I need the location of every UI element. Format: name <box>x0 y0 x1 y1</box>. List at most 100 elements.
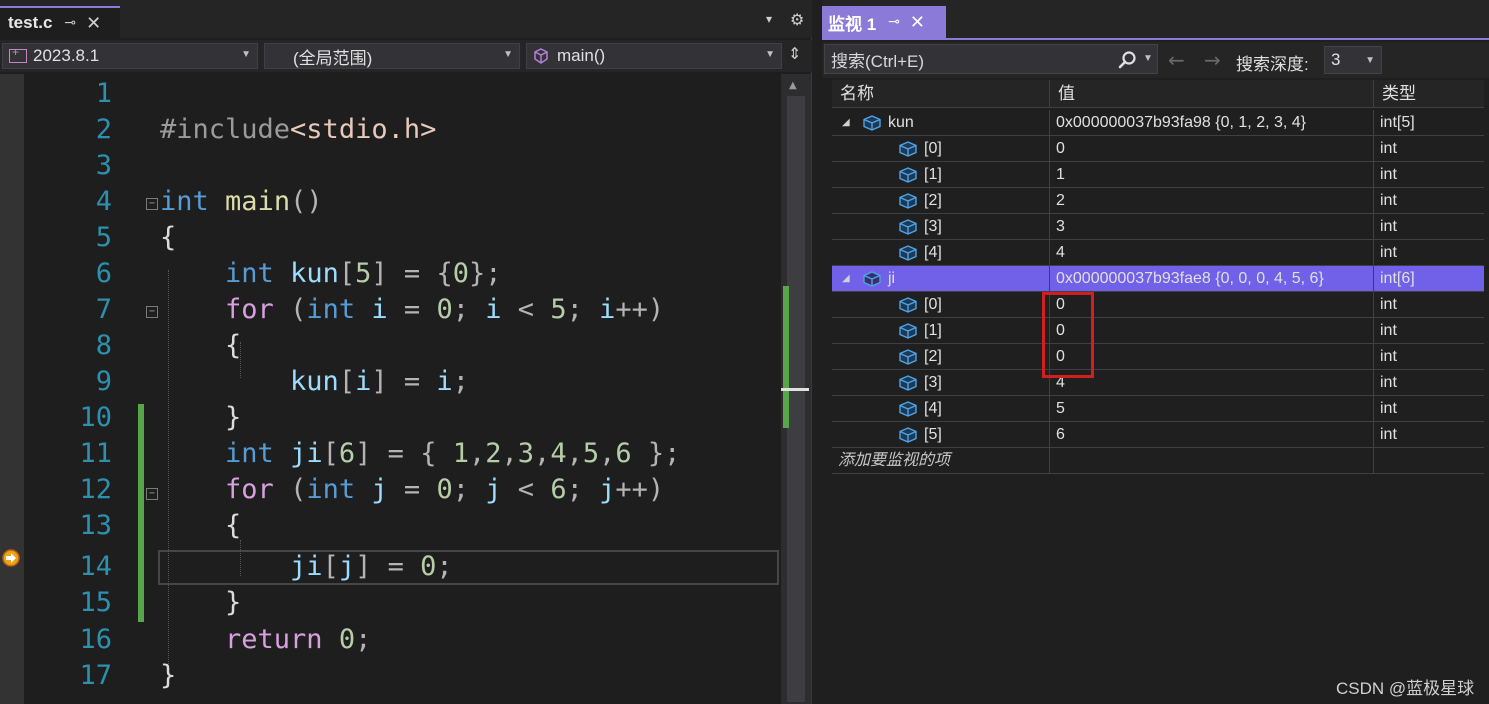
tab-watch-1[interactable]: 监视 1 ⊸ ✕ <box>822 6 946 38</box>
watch-value-cell[interactable]: 0 <box>1050 318 1374 344</box>
watch-value-cell[interactable]: 1 <box>1050 162 1374 188</box>
variable-icon <box>898 140 918 158</box>
line-number: 9 <box>95 366 112 397</box>
search-depth-select[interactable]: 3 ▼ <box>1324 46 1382 74</box>
line-number: 14 <box>79 551 112 582</box>
watch-value-cell[interactable]: 0x000000037b93fae8 {0, 0, 0, 4, 5, 6} <box>1050 266 1374 292</box>
watch-type-cell <box>1374 448 1484 474</box>
watch-value-cell[interactable]: 5 <box>1050 396 1374 422</box>
watch-name-cell[interactable]: [1] <box>832 318 1050 344</box>
add-watch-placeholder[interactable]: 添加要监视的项 <box>832 448 1050 474</box>
close-icon[interactable]: ✕ <box>910 12 925 33</box>
code-line: 10 } <box>0 400 780 436</box>
gear-icon[interactable]: ⚙ <box>790 10 804 29</box>
close-icon[interactable]: ✕ <box>86 13 101 34</box>
watch-value-cell[interactable]: 0 <box>1050 136 1374 162</box>
code-line: 6 int kun[5] = {0}; <box>0 256 780 292</box>
project-label: 2023.8.1 <box>33 46 100 65</box>
search-back-arrow-icon[interactable]: ← <box>1168 48 1185 72</box>
watch-row-element[interactable]: [5] 6 int <box>832 422 1484 448</box>
chevron-down-icon: ▼ <box>241 49 251 60</box>
watch-name: [3] <box>924 374 942 391</box>
watch-value-cell[interactable]: 6 <box>1050 422 1374 448</box>
watch-toolbar: 搜索(Ctrl+E) ▼ ← → 搜索深度: 3 ▼ <box>822 42 1489 78</box>
column-header-name[interactable]: 名称 <box>832 80 1050 108</box>
code-line: 1 <box>0 76 780 112</box>
column-header-type[interactable]: 类型 <box>1374 80 1484 108</box>
line-number: 1 <box>95 78 112 109</box>
tab-test-c[interactable]: test.c ⊸ ✕ <box>0 6 120 38</box>
search-icon[interactable] <box>1117 50 1137 70</box>
watch-value-cell[interactable]: 0 <box>1050 344 1374 370</box>
code-text: int ji[6] = { 1,2,3,4,5,6 }; <box>225 438 681 469</box>
code-text: kun[i] = i; <box>290 366 469 397</box>
add-watch-row[interactable]: 添加要监视的项 <box>832 448 1484 474</box>
watch-value-cell[interactable]: 0 <box>1050 292 1374 318</box>
watch-value-cell[interactable]: 0x000000037b93fa98 {0, 1, 2, 3, 4} <box>1050 110 1374 136</box>
variable-icon <box>862 270 882 288</box>
watch-name-cell[interactable]: [3] <box>832 214 1050 240</box>
watch-row-element[interactable]: [3] 4 int <box>832 370 1484 396</box>
watch-window: 监视 1 ⊸ ✕ 搜索(Ctrl+E) ▼ ← → 搜索深度: 3 ▼ 名称 值… <box>822 0 1489 704</box>
watch-row-element[interactable]: [2] 2 int <box>832 188 1484 214</box>
watch-row-element[interactable]: [1] 0 int <box>832 318 1484 344</box>
watch-name-cell[interactable]: ◢ ji <box>832 266 1050 292</box>
code-line: 17 } <box>0 658 780 694</box>
watch-row-element[interactable]: [4] 5 int <box>832 396 1484 422</box>
watch-name-cell[interactable]: ◢ kun <box>832 110 1050 136</box>
watch-type-cell: int <box>1380 374 1397 391</box>
watch-row-kun[interactable]: ◢ kun 0x000000037b93fa98 {0, 1, 2, 3, 4} in… <box>832 110 1484 136</box>
split-view-icon[interactable]: ⇕ <box>788 44 801 63</box>
watch-name-cell[interactable]: [0] <box>832 136 1050 162</box>
scroll-up-icon[interactable]: ▲ <box>789 80 797 91</box>
watch-name-cell[interactable]: [2] <box>832 344 1050 370</box>
watch-row-element[interactable]: [2] 0 int <box>832 344 1484 370</box>
tab-title: test.c <box>8 13 53 32</box>
watch-row-ji[interactable]: ◢ ji 0x000000037b93fae8 {0, 0, 0, 4, 5, 6}… <box>832 266 1484 292</box>
editor-vertical-scrollbar[interactable]: ▲ <box>781 74 811 704</box>
variable-icon <box>898 166 918 184</box>
scrollbar-caret-marker <box>781 388 809 391</box>
expand-toggle-icon[interactable]: ◢ <box>842 266 850 292</box>
pin-icon[interactable]: ⊸ <box>888 14 900 30</box>
search-depth-label: 搜索深度: <box>1236 55 1309 74</box>
code-text-area[interactable]: − − − 1 2 #include<stdio.h> 3 4 int main… <box>0 74 780 704</box>
scrollbar-thumb[interactable] <box>787 96 805 702</box>
watch-row-element[interactable]: [0] 0 int <box>832 292 1484 318</box>
watch-name-cell[interactable]: [4] <box>832 396 1050 422</box>
expand-toggle-icon[interactable]: ◢ <box>842 110 850 136</box>
watch-row-element[interactable]: [1] 1 int <box>832 162 1484 188</box>
code-line: 5 { <box>0 220 780 256</box>
tab-dropdown-icon[interactable]: ▾ <box>766 12 772 26</box>
code-line: 11 int ji[6] = { 1,2,3,4,5,6 }; <box>0 436 780 472</box>
function-dropdown[interactable]: main() ▼ <box>526 43 782 69</box>
watch-name-cell[interactable]: [4] <box>832 240 1050 266</box>
watch-value-cell[interactable]: 4 <box>1050 240 1374 266</box>
watch-value-cell[interactable]: 2 <box>1050 188 1374 214</box>
watch-row-element[interactable]: [3] 3 int <box>832 214 1484 240</box>
search-forward-arrow-icon[interactable]: → <box>1204 48 1221 72</box>
code-text: { <box>225 330 242 361</box>
line-number: 7 <box>95 294 112 325</box>
search-input[interactable]: 搜索(Ctrl+E) ▼ <box>824 44 1158 74</box>
watch-row-element[interactable]: [0] 0 int <box>832 136 1484 162</box>
project-dropdown[interactable]: 2023.8.1 ▼ <box>2 43 258 69</box>
column-header-value[interactable]: 值 <box>1050 80 1374 108</box>
watch-grid-header: 名称 值 类型 <box>832 80 1484 108</box>
watch-name-cell[interactable]: [1] <box>832 162 1050 188</box>
watch-name-cell[interactable]: [5] <box>832 422 1050 448</box>
watch-value-cell[interactable]: 4 <box>1050 370 1374 396</box>
watch-name-cell[interactable]: [2] <box>832 188 1050 214</box>
scope-dropdown[interactable]: (全局范围) ▼ <box>264 43 520 69</box>
search-options-chevron-icon[interactable]: ▼ <box>1143 53 1153 64</box>
watch-name-cell[interactable]: [0] <box>832 292 1050 318</box>
variable-icon <box>898 426 918 444</box>
watch-name-cell[interactable]: [3] <box>832 370 1050 396</box>
code-line: 3 <box>0 148 780 184</box>
watch-name: [0] <box>924 296 942 313</box>
pin-icon[interactable]: ⊸ <box>64 15 76 31</box>
watch-value-cell[interactable]: 3 <box>1050 214 1374 240</box>
function-label: main() <box>557 46 606 65</box>
line-number: 13 <box>79 510 112 541</box>
watch-row-element[interactable]: [4] 4 int <box>832 240 1484 266</box>
